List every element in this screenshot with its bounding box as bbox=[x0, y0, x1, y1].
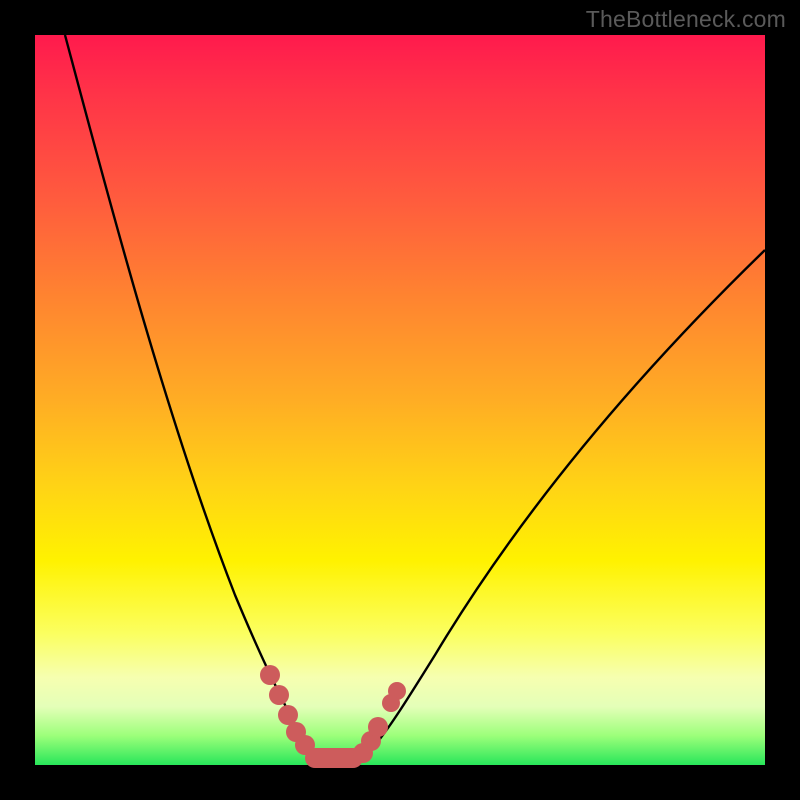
highlighted-range bbox=[260, 665, 406, 768]
chart-svg bbox=[35, 35, 765, 765]
bottleneck-curve bbox=[65, 35, 765, 759]
plot-area bbox=[35, 35, 765, 765]
chart-frame: TheBottleneck.com bbox=[0, 0, 800, 800]
watermark-text: TheBottleneck.com bbox=[586, 6, 786, 33]
